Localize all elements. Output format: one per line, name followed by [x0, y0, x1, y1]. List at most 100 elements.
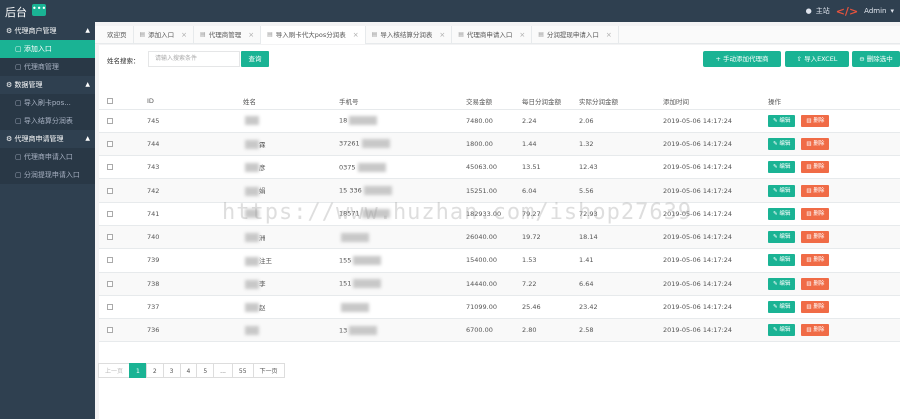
- tab-label: 添加入口: [148, 31, 175, 39]
- edit-button[interactable]: ✎ 编辑: [768, 207, 796, 220]
- cell-amount: 15251.00: [466, 178, 522, 203]
- row-checkbox[interactable]: [107, 280, 113, 287]
- home-link[interactable]: 主站: [816, 6, 830, 16]
- delete-label: 删除: [813, 234, 825, 241]
- edit-button[interactable]: ✎ 编辑: [768, 254, 796, 267]
- import-excel-button[interactable]: ⇧ 导入EXCEL: [785, 51, 849, 67]
- edit-button[interactable]: ✎ 编辑: [768, 277, 796, 290]
- redaction-blur: [245, 116, 259, 126]
- delete-button[interactable]: ▥ 删除: [801, 277, 830, 290]
- cell-daily: 1.53: [522, 248, 579, 273]
- sidebar-group[interactable]: ⚙ 代理商户管理 ▲: [0, 22, 95, 40]
- close-icon[interactable]: ×: [181, 26, 187, 44]
- tab[interactable]: ▤ 代理商申请入口 ×: [452, 26, 533, 44]
- redaction-blur: [245, 303, 259, 313]
- cell-name-text: 赵: [259, 303, 266, 312]
- delete-button[interactable]: ▥ 删除: [801, 114, 830, 127]
- delete-button[interactable]: ▥ 删除: [801, 254, 830, 267]
- admin-menu[interactable]: Admin: [864, 7, 886, 15]
- row-checkbox[interactable]: [107, 257, 113, 264]
- page-button[interactable]: 3: [162, 363, 181, 378]
- sidebar-item[interactable]: ▢ 导入刷卡pos...: [0, 94, 95, 112]
- row-checkbox[interactable]: [107, 117, 113, 124]
- tab-label: 代理商申请入口: [466, 31, 513, 39]
- cell-time: 2019-05-06 14:17:24: [663, 109, 768, 133]
- search-button[interactable]: 查询: [241, 51, 269, 67]
- close-icon[interactable]: ×: [248, 26, 254, 44]
- tab[interactable]: ▤ 添加入口 ×: [134, 26, 195, 44]
- delete-button[interactable]: ▥ 删除: [801, 301, 830, 314]
- delete-selected-button[interactable]: ⊖ 删除选中: [852, 51, 900, 67]
- page-button[interactable]: 5: [196, 363, 215, 378]
- table-row: 736 13 6700.00 2.80 2.58 2019-05-06 14:17:24 ✎…: [99, 318, 900, 343]
- delete-button[interactable]: ▥ 删除: [801, 324, 830, 337]
- delete-button[interactable]: ▥ 删除: [801, 161, 830, 174]
- prev-page-button[interactable]: 上一页: [98, 363, 131, 378]
- close-icon[interactable]: ×: [439, 26, 445, 44]
- manual-add-button[interactable]: + 手动添加代理商: [703, 51, 781, 67]
- search-input[interactable]: 请输入搜索条件: [148, 51, 240, 67]
- tab[interactable]: 欢迎页: [101, 26, 134, 44]
- delete-button[interactable]: ▥ 删除: [801, 231, 830, 244]
- next-page-button[interactable]: 下一页: [252, 363, 285, 378]
- edit-label: 编辑: [779, 234, 791, 241]
- sidebar-group[interactable]: ⚙ 代理商申请管理 ▲: [0, 130, 95, 148]
- edit-label: 编辑: [779, 140, 791, 147]
- row-checkbox[interactable]: [107, 164, 113, 171]
- row-checkbox[interactable]: [107, 140, 113, 147]
- close-icon[interactable]: ×: [606, 26, 612, 44]
- row-checkbox[interactable]: [107, 187, 113, 194]
- row-checkbox[interactable]: [107, 304, 113, 311]
- tab[interactable]: ▤ 导入刷卡代大pos分润表 ×: [261, 26, 366, 44]
- delete-button[interactable]: ▥ 删除: [801, 184, 830, 197]
- edit-button[interactable]: ✎ 编辑: [768, 301, 796, 314]
- tab[interactable]: ▤ 分润提现申请入口 ×: [532, 26, 619, 44]
- pencil-icon: ✎: [773, 257, 778, 264]
- sidebar-item[interactable]: ▢ 添加入口: [0, 40, 95, 58]
- select-all-checkbox[interactable]: [107, 97, 113, 104]
- row-checkbox[interactable]: [107, 234, 113, 241]
- edit-label: 编辑: [779, 327, 791, 334]
- close-icon[interactable]: ×: [519, 26, 525, 44]
- sidebar-item[interactable]: ▢ 分润提现申请入口: [0, 166, 95, 184]
- page-button[interactable]: 2: [145, 363, 164, 378]
- delete-label: 删除: [813, 117, 825, 124]
- gear-icon: ⚙: [6, 135, 13, 143]
- delete-label: 删除: [813, 140, 825, 147]
- page-button[interactable]: 55: [231, 363, 254, 378]
- cell-name: [243, 109, 339, 133]
- sidebar-group[interactable]: ⚙ 数据管理 ▲: [0, 76, 95, 94]
- cell-phone: 15 336: [339, 178, 466, 203]
- trash-icon: ▥: [806, 280, 812, 287]
- cell-name: [243, 318, 339, 343]
- tab[interactable]: ▤ 导入核结算分润表 ×: [366, 26, 453, 44]
- cell-name: 李: [243, 272, 339, 296]
- sidebar-item[interactable]: ▢ 代理商管理: [0, 58, 95, 76]
- edit-button[interactable]: ✎ 编辑: [768, 161, 796, 174]
- row-checkbox[interactable]: [107, 210, 113, 217]
- file-icon: ▢: [15, 117, 22, 125]
- delete-button[interactable]: ▥ 删除: [801, 137, 830, 150]
- cell-time: 2019-05-06 14:17:24: [663, 225, 768, 250]
- sidebar-item[interactable]: ▢ 导入结算分润表: [0, 112, 95, 130]
- close-icon[interactable]: ×: [353, 26, 359, 44]
- row-checkbox[interactable]: [107, 327, 113, 334]
- menu-toggle-button[interactable]: •••: [32, 4, 46, 16]
- edit-button[interactable]: ✎ 编辑: [768, 137, 796, 150]
- cell-amount: 15400.00: [466, 248, 522, 273]
- cell-name-text: 李: [259, 280, 266, 289]
- edit-button[interactable]: ✎ 编辑: [768, 184, 796, 197]
- document-icon: ▤: [139, 31, 146, 38]
- page-button[interactable]: 1: [129, 363, 147, 378]
- edit-button[interactable]: ✎ 编辑: [768, 114, 796, 127]
- sidebar-group-label: 数据管理: [14, 81, 43, 89]
- redaction-blur: [245, 186, 259, 196]
- cell-name: 彦: [243, 155, 339, 180]
- tab[interactable]: ▤ 代理商管理 ×: [194, 26, 262, 44]
- page-button[interactable]: 4: [179, 363, 198, 378]
- edit-button[interactable]: ✎ 编辑: [768, 231, 796, 244]
- edit-button[interactable]: ✎ 编辑: [768, 324, 796, 337]
- cell-actual: 5.56: [579, 178, 663, 203]
- delete-button[interactable]: ▥ 删除: [801, 207, 830, 220]
- sidebar-item[interactable]: ▢ 代理商申请入口: [0, 148, 95, 166]
